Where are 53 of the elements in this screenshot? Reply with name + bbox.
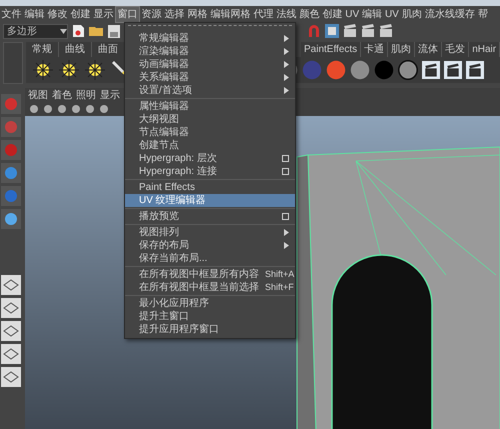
menu-item[interactable]: 最小化应用程序: [125, 297, 295, 310]
mode-dropdown[interactable]: 多边形: [3, 24, 68, 38]
menu-item[interactable]: 设置/首选项: [125, 84, 295, 97]
menu-bar-item[interactable]: 创建 UV: [321, 6, 361, 22]
menu-bar-item[interactable]: 网格: [186, 6, 209, 22]
menu-item[interactable]: 保存的布局: [125, 239, 295, 252]
panel-menu-item[interactable]: 视图: [28, 88, 48, 102]
menu-item[interactable]: Hypergraph: 层次: [125, 152, 295, 165]
menu-bar-item[interactable]: 编辑 UV: [360, 6, 400, 22]
menu-bar-item[interactable]: 窗口: [115, 6, 140, 22]
menu-bar-item[interactable]: 显示: [92, 6, 115, 22]
menu-item[interactable]: Paint Effects: [125, 181, 295, 194]
menu-bar-item[interactable]: 颜色: [298, 6, 321, 22]
menu-bar-item[interactable]: 代理: [252, 6, 275, 22]
shelf-tab[interactable]: 肌肉: [388, 42, 416, 57]
menu-bar-item[interactable]: 资源: [140, 6, 163, 22]
menu-item[interactable]: 在所有视图中框显所有内容 Shift+A: [125, 268, 295, 281]
menu-item[interactable]: 动画编辑器: [125, 58, 295, 71]
menu-item[interactable]: 创建节点: [125, 139, 295, 152]
menu-item[interactable]: 常规编辑器: [125, 32, 295, 45]
shelf-tab[interactable]: 曲面: [92, 42, 125, 57]
menu-item[interactable]: 提升应用程序窗口: [125, 323, 295, 336]
menu-item[interactable]: 在所有视图中框显当前选择 Shift+F: [125, 281, 295, 294]
shelf-tab[interactable]: 曲线: [59, 42, 92, 57]
menu-item[interactable]: 大纲视图: [125, 113, 295, 126]
shelf-tab[interactable]: PaintEffects: [301, 42, 362, 57]
panel-menu-item[interactable]: 显示: [100, 88, 120, 102]
menu-bar-item[interactable]: 法线: [275, 6, 298, 22]
menu-item[interactable]: Hypergraph: 连接: [125, 165, 295, 178]
menu-item[interactable]: UV 纹理编辑器: [125, 194, 295, 207]
panel-menu-item[interactable]: 着色: [52, 88, 72, 102]
shelf-tab[interactable]: nHair: [469, 42, 500, 57]
menu-bar-item[interactable]: 选择: [163, 6, 186, 22]
menu-bar-item[interactable]: 帮: [476, 6, 490, 22]
menu-bar-item[interactable]: 创建: [69, 6, 92, 22]
shelf-tab[interactable]: 卡通: [361, 42, 388, 57]
menu-bar-item[interactable]: 编辑: [23, 6, 46, 22]
menu-item[interactable]: 关系编辑器: [125, 71, 295, 84]
menu-item[interactable]: 保存当前布局...: [125, 252, 295, 265]
shelf-tab[interactable]: 毛发: [442, 42, 470, 57]
menu-bar-item[interactable]: 文件: [0, 6, 23, 22]
menu-item[interactable]: 渲染编辑器: [125, 45, 295, 58]
shelf-tab[interactable]: 流体: [415, 42, 442, 57]
menu-bar-item[interactable]: 肌肉: [400, 6, 424, 22]
menu-item[interactable]: 节点编辑器: [125, 126, 295, 139]
panel-menu-item[interactable]: 照明: [76, 88, 96, 102]
menu-bar-item[interactable]: 修改: [46, 6, 69, 22]
menu-item[interactable]: 视图排列: [125, 226, 295, 239]
menu-item[interactable]: 提升主窗口: [125, 310, 295, 323]
menu-bar-item[interactable]: 流水线缓存: [423, 6, 476, 22]
menu-bar-item[interactable]: 编辑网格: [209, 6, 252, 22]
menu-item[interactable]: 播放预览: [125, 210, 295, 223]
shelf-tab[interactable]: 常规: [26, 42, 59, 57]
